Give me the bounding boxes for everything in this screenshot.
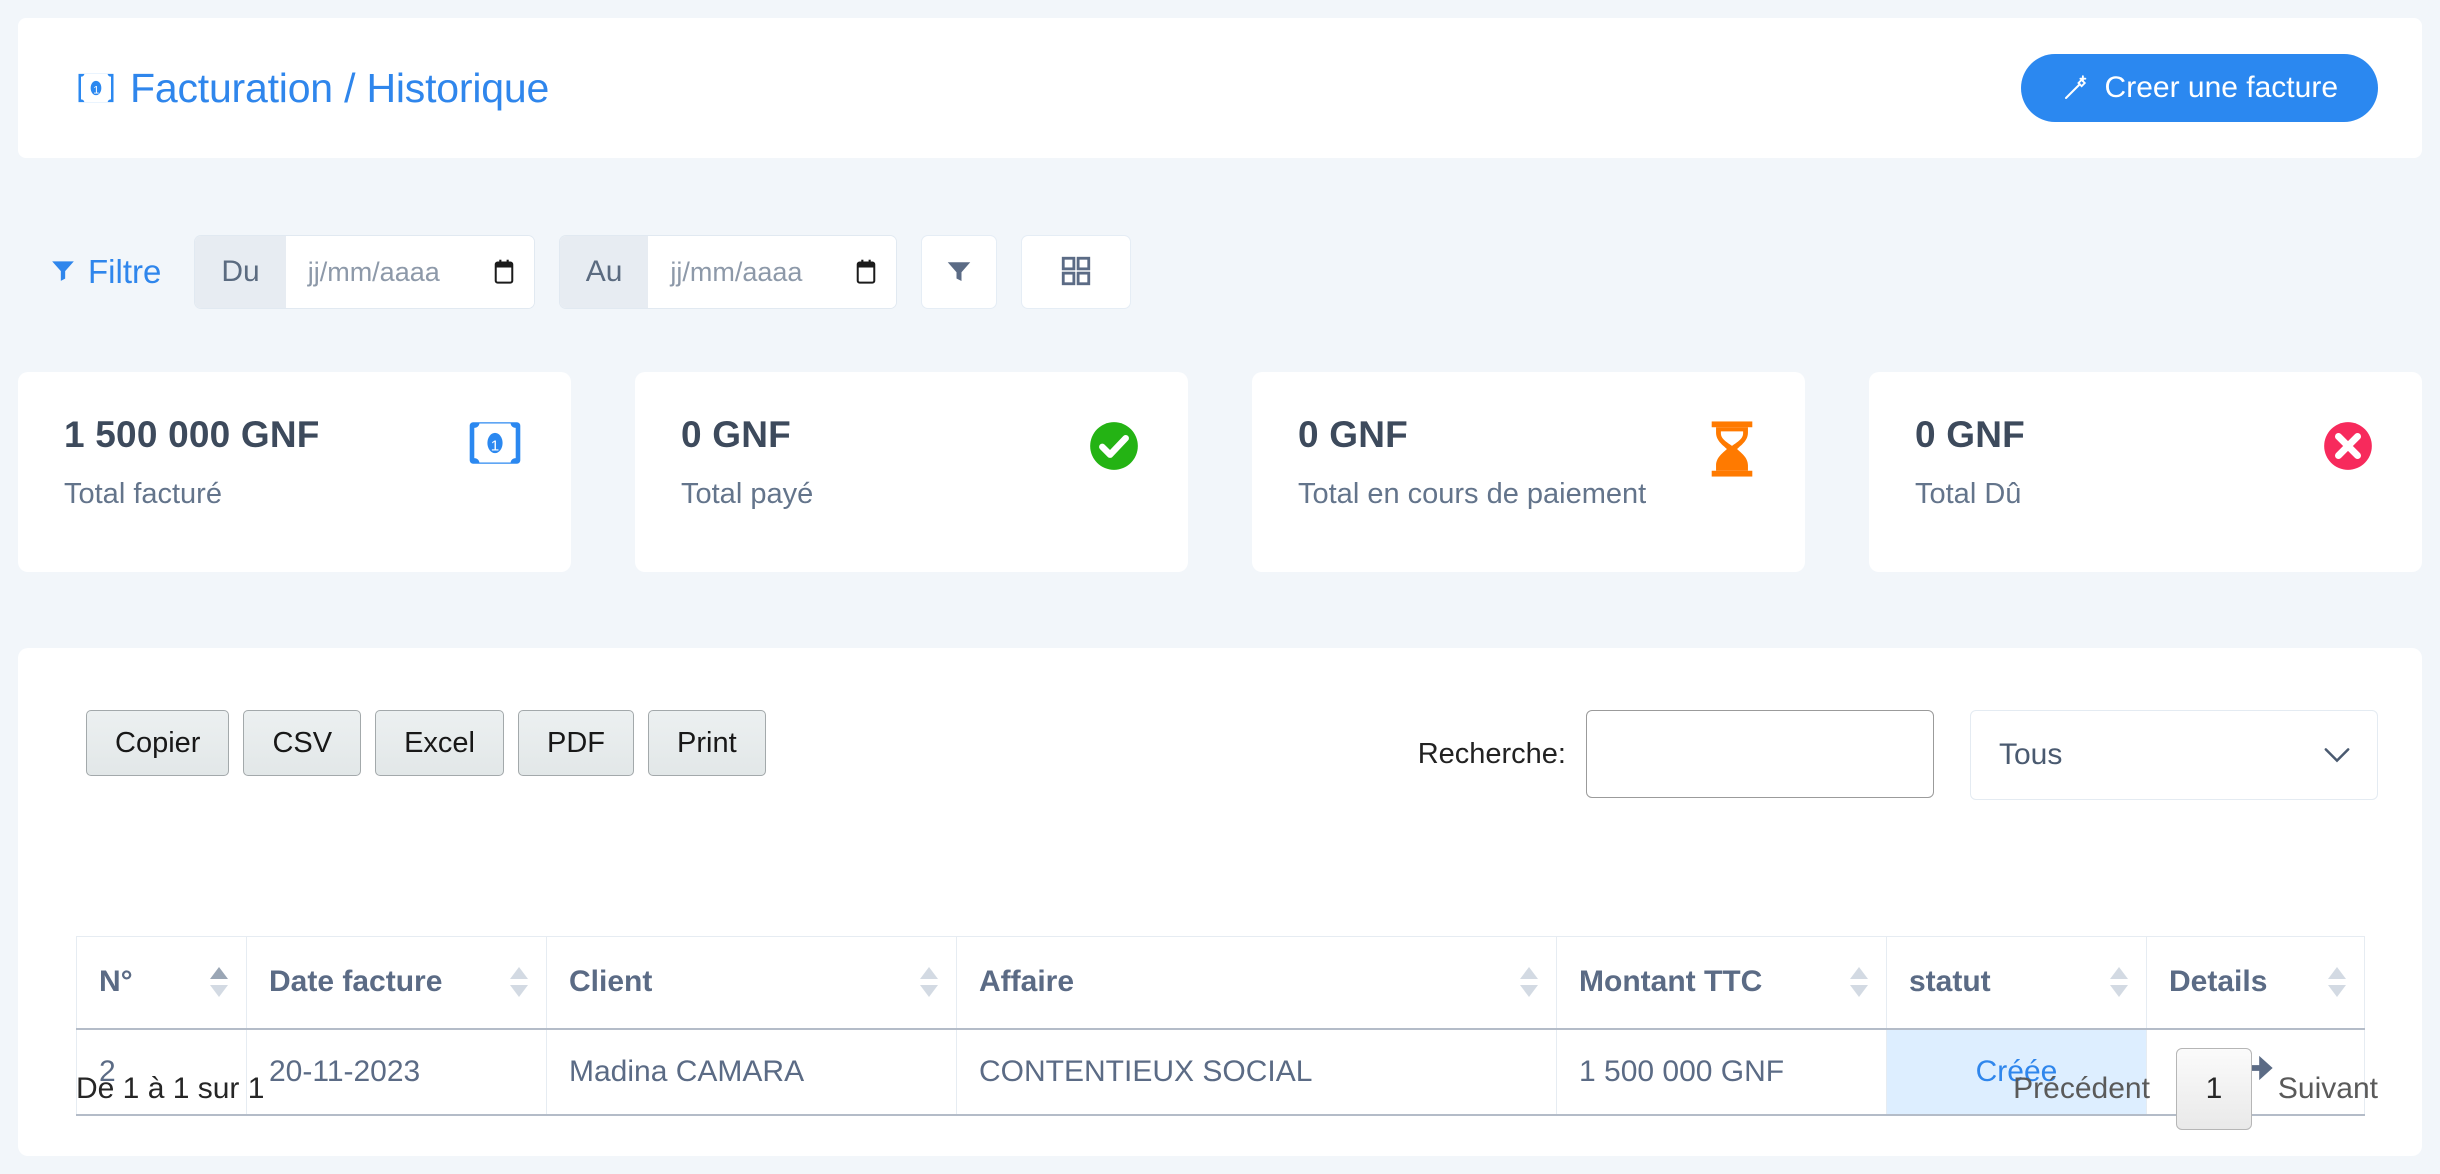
copy-button[interactable]: Copier [86,710,229,776]
column-label: Date facture [269,965,442,998]
column-header-numero[interactable]: N° [77,937,247,1029]
invoices-panel: Copier CSV Excel PDF Print Recherche: To… [18,648,2422,1156]
date-to-group: Au jj/mm/aaaa [560,236,897,308]
date-to-input[interactable]: jj/mm/aaaa [648,236,896,308]
sort-indicator[interactable] [1520,967,1538,997]
pagination-info: De 1 à 1 sur 1 [76,1072,264,1106]
svg-text:1: 1 [491,438,499,455]
card-label: Total en cours de paiement [1298,478,1759,511]
card-value: 0 GNF [681,414,1142,456]
page-header: 1 Facturation / Historique Creer une fac… [18,18,2422,158]
page-title-text: Facturation / Historique [130,65,549,112]
filter-toggle[interactable]: Filtre [50,253,161,291]
grid-view-button[interactable] [1022,236,1130,308]
card-label: Total Dû [1915,478,2376,511]
column-header-details[interactable]: Details [2147,937,2365,1029]
magic-wand-icon [2061,73,2091,103]
column-header-montant-ttc[interactable]: Montant TTC [1557,937,1887,1029]
print-button[interactable]: Print [648,710,766,776]
csv-button[interactable]: CSV [243,710,361,776]
banknote-icon: 1 [467,420,523,466]
sort-indicator[interactable] [210,967,228,997]
page-title: 1 Facturation / Historique [76,65,549,112]
card-label: Total facturé [64,478,525,511]
search-area: Recherche: [1418,710,1934,798]
date-to-addon: Au [560,236,649,308]
calendar-icon[interactable] [492,259,516,285]
search-label: Recherche: [1418,738,1566,771]
card-total-en-cours: 0 GNF Total en cours de paiement [1252,372,1805,572]
card-total-du: 0 GNF Total Dû [1869,372,2422,572]
summary-cards: 1 500 000 GNF Total facturé 1 0 GNF Tota… [18,372,2422,572]
chevron-down-icon [2323,740,2351,771]
sort-indicator[interactable] [2110,967,2128,997]
hourglass-icon [1707,420,1757,478]
check-circle-icon [1088,420,1140,472]
sort-indicator[interactable] [510,967,528,997]
pdf-button[interactable]: PDF [518,710,634,776]
search-input[interactable] [1586,710,1934,798]
column-header-statut[interactable]: statut [1887,937,2147,1029]
status-filter-select[interactable]: Tous [1970,710,2378,800]
x-circle-icon [2322,420,2374,472]
sort-indicator[interactable] [920,967,938,997]
card-total-paye: 0 GNF Total payé [635,372,1188,572]
page-number-button[interactable]: 1 [2176,1048,2252,1130]
invoice-history-page: 1 Facturation / Historique Creer une fac… [0,0,2440,1174]
table-header-row: N° Date facture Client Affaire [77,937,2365,1029]
filter-label: Filtre [88,253,161,291]
calendar-icon[interactable] [854,259,878,285]
column-label: Details [2169,965,2267,998]
card-total-facture: 1 500 000 GNF Total facturé 1 [18,372,571,572]
column-label: Montant TTC [1579,965,1762,998]
column-label: N° [99,965,133,998]
date-from-addon: Du [195,236,285,308]
column-label: statut [1909,965,1991,998]
status-filter-value: Tous [1999,738,2062,772]
date-from-input[interactable]: jj/mm/aaaa [286,236,534,308]
card-value: 1 500 000 GNF [64,414,525,456]
card-value: 0 GNF [1298,414,1759,456]
excel-button[interactable]: Excel [375,710,504,776]
column-label: Affaire [979,965,1074,998]
banknote-icon: 1 [76,71,116,105]
pagination: Précédent 1 Suivant [2013,1048,2378,1130]
export-buttons: Copier CSV Excel PDF Print [86,710,766,776]
column-label: Client [569,965,652,998]
create-invoice-button[interactable]: Creer une facture [2021,54,2378,122]
card-label: Total payé [681,478,1142,511]
sort-indicator[interactable] [2328,967,2346,997]
table-footer: De 1 à 1 sur 1 Précédent 1 Suivant [76,1048,2378,1130]
apply-filter-button[interactable] [922,236,996,308]
next-page-button[interactable]: Suivant [2278,1072,2378,1106]
column-header-date-facture[interactable]: Date facture [247,937,547,1029]
create-invoice-label: Creer une facture [2105,71,2338,105]
column-header-affaire[interactable]: Affaire [957,937,1557,1029]
filter-bar: Filtre Du jj/mm/aaaa Au jj/mm/aaaa [50,236,1156,308]
column-header-client[interactable]: Client [547,937,957,1029]
funnel-icon [944,256,974,289]
card-value: 0 GNF [1915,414,2376,456]
date-from-placeholder: jj/mm/aaaa [308,257,440,288]
previous-page-button[interactable]: Précédent [2013,1072,2150,1106]
sort-indicator[interactable] [1850,967,1868,997]
date-from-group: Du jj/mm/aaaa [195,236,533,308]
table-toolbar: Copier CSV Excel PDF Print Recherche: To… [18,648,2422,800]
grid-icon [1059,254,1093,291]
funnel-icon [50,253,76,291]
date-to-placeholder: jj/mm/aaaa [670,257,802,288]
svg-text:1: 1 [93,84,99,96]
